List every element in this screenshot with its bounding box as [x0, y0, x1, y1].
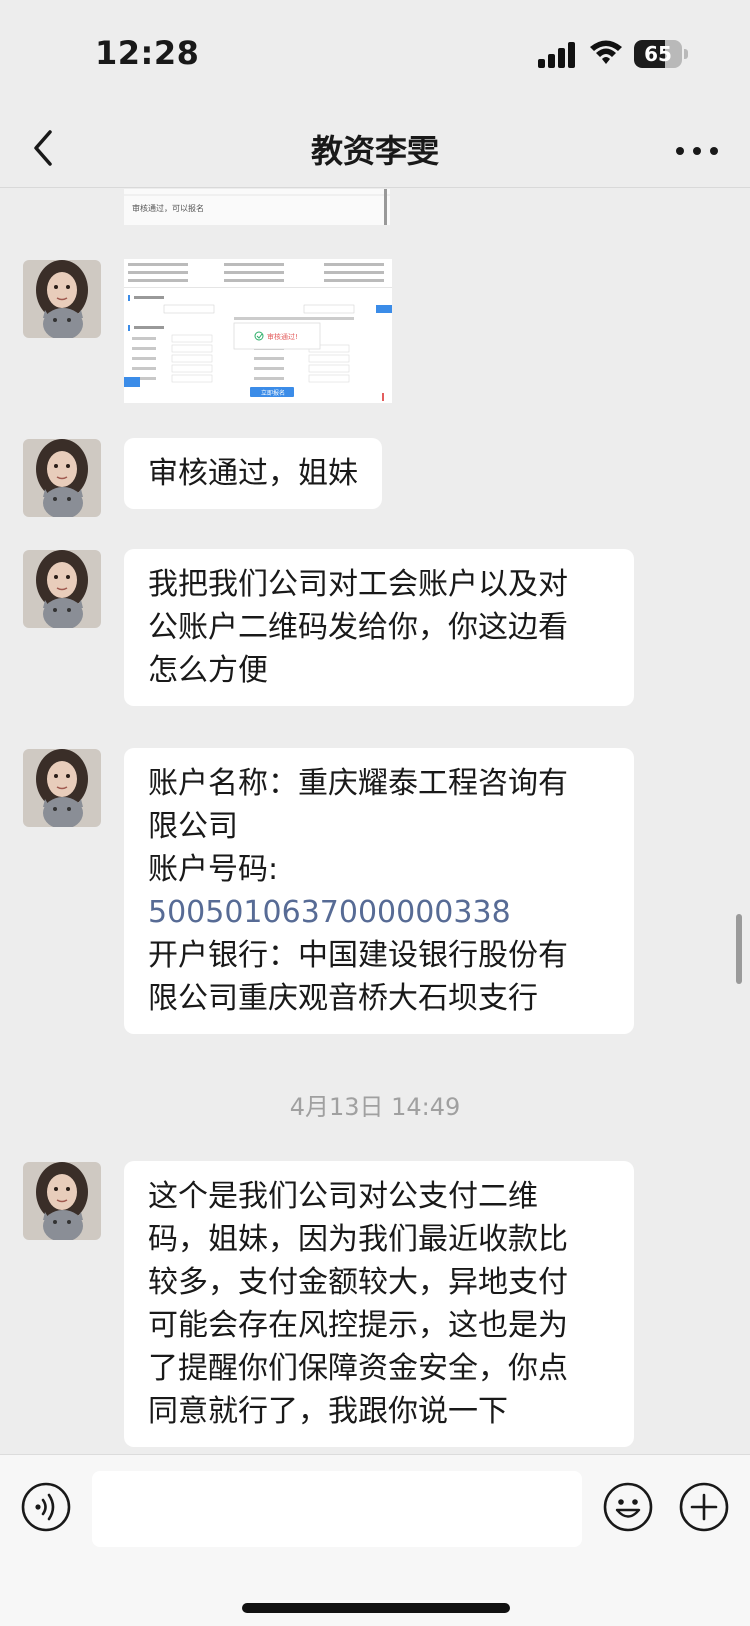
input-bar — [0, 1454, 750, 1626]
chat-header: 教资李雯 — [0, 110, 750, 188]
message-input[interactable] — [92, 1471, 582, 1547]
message-text: 审核通过，姐妹 — [148, 456, 358, 491]
message-text-line: 公账户二维码发给你，你这边看 — [148, 610, 568, 645]
screenshot-thumbnail-image: 审核通过，可以报名 — [124, 189, 390, 225]
message-list[interactable]: 审核通过，可以报名 审核通过! 立即报名 审核通过，姐妹 我把我们公司对工会账户… — [0, 189, 750, 1454]
message-text-line: 码，姐妹，因为我们最近收款比 — [148, 1222, 568, 1257]
wifi-icon — [590, 40, 622, 64]
text-message-bubble[interactable]: 我把我们公司对工会账户以及对 公账户二维码发给你，你这边看 怎么方便 — [124, 549, 634, 706]
account-number-link[interactable]: 5005010637000000338 — [148, 891, 610, 934]
emoji-icon[interactable] — [602, 1481, 654, 1533]
message-text-line: 可能会存在风控提示，这也是为 — [148, 1308, 568, 1343]
message-text-line: 我把我们公司对工会账户以及对 — [148, 567, 568, 602]
message-timestamp: 4月13日 14:49 — [289, 1093, 461, 1121]
top-image-caption: 审核通过，可以报名 — [132, 203, 204, 213]
contact-avatar[interactable] — [23, 1162, 101, 1240]
contact-avatar[interactable] — [23, 260, 101, 338]
battery-icon: 65 — [634, 40, 688, 68]
account-name-line: 限公司 — [148, 809, 238, 844]
bank-name-line: 限公司重庆观音桥大石坝支行 — [148, 981, 538, 1016]
battery-percentage: 65 — [644, 42, 672, 66]
cellular-signal-icon — [538, 42, 575, 68]
success-toast-text: 审核通过! — [267, 332, 298, 341]
text-message-bubble[interactable]: 这个是我们公司对公支付二维 码，姐妹，因为我们最近收款比 较多，支付金额较大，异… — [124, 1161, 634, 1447]
more-options-icon[interactable] — [672, 136, 722, 166]
form-screenshot-image: 审核通过! 立即报名 — [124, 259, 392, 403]
account-info-bubble[interactable]: 账户名称：重庆耀泰工程咨询有 限公司 账户号码: 500501063700000… — [124, 748, 634, 1034]
status-bar: 12:28 65 — [0, 0, 750, 110]
contact-avatar[interactable] — [23, 439, 101, 517]
voice-input-icon[interactable] — [20, 1481, 72, 1533]
screenshot-image-message[interactable]: 审核通过，可以报名 — [124, 189, 390, 225]
scrollbar[interactable] — [736, 914, 742, 984]
bank-name-line: 开户银行：中国建设银行股份有 — [148, 938, 568, 973]
contact-avatar[interactable] — [23, 550, 101, 628]
contact-avatar[interactable] — [23, 749, 101, 827]
message-text-line: 怎么方便 — [148, 653, 268, 688]
status-time: 12:28 — [95, 34, 200, 72]
chat-title: 教资李雯 — [310, 132, 439, 170]
submit-button-label: 立即报名 — [261, 389, 285, 397]
account-name-line: 账户名称：重庆耀泰工程咨询有 — [148, 766, 568, 801]
text-message-bubble[interactable]: 审核通过，姐妹 — [124, 438, 382, 509]
message-text-line: 同意就行了，我跟你说一下 — [148, 1394, 508, 1429]
message-text-line: 这个是我们公司对公支付二维 — [148, 1179, 538, 1214]
account-number-label: 账户号码: — [148, 852, 279, 887]
message-text-line: 较多，支付金额较大，异地支付 — [148, 1265, 568, 1300]
form-screenshot-message[interactable]: 审核通过! 立即报名 — [124, 259, 392, 403]
add-more-icon[interactable] — [678, 1481, 730, 1533]
home-indicator[interactable] — [242, 1603, 510, 1613]
message-text-line: 了提醒你们保障资金安全，你点 — [148, 1351, 568, 1386]
